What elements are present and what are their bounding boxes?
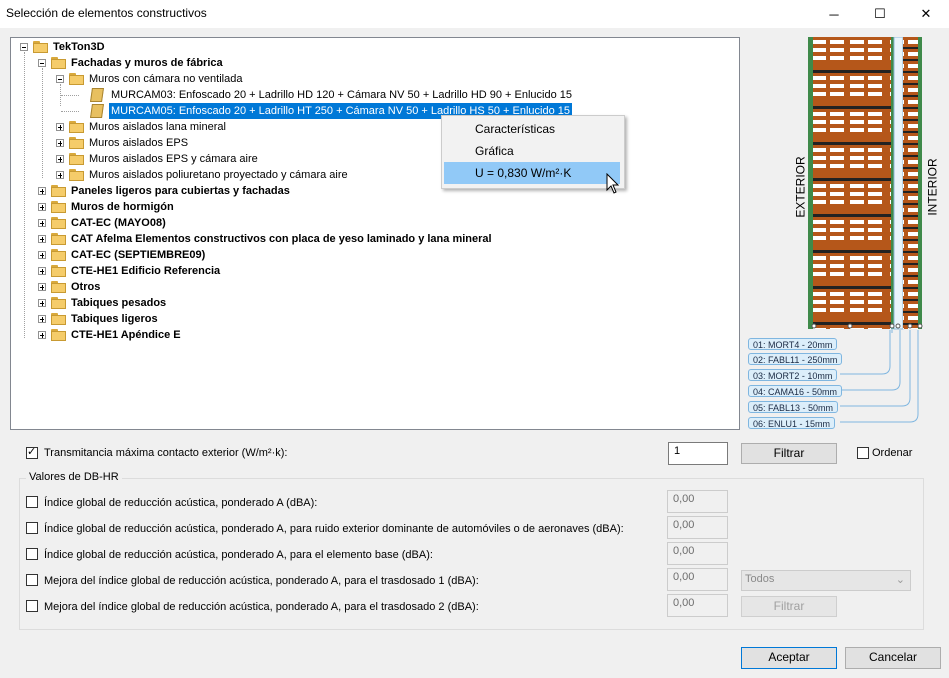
collapse-toggle[interactable] [56,75,64,83]
element-tree[interactable]: TekTon3D Fachadas y muros de fábrica Mur… [10,37,740,430]
tree-connector [42,68,43,178]
folder-icon [69,153,85,165]
menu-item-graphic[interactable]: Gráfica [444,140,620,162]
collapse-toggle[interactable] [38,59,46,67]
folder-icon [33,41,49,53]
expand-toggle[interactable] [38,283,46,291]
wall-section-drawing [808,37,923,333]
dbhr-checkbox-5[interactable] [26,600,38,612]
folder-icon [51,57,67,69]
folder-icon [51,249,67,261]
window-title: Selección de elementos constructivos [6,6,207,20]
menu-item-u-value[interactable]: U = 0,830 W/m²·K [444,162,620,184]
dbhr-value-3[interactable]: 0,00 [667,542,728,565]
folder-icon [51,233,67,245]
folder-icon [51,297,67,309]
folder-icon [69,169,85,181]
layer-label: 06: ENLU1 - 15mm [748,417,836,429]
layer-label: 04: CAMA16 - 50mm [748,385,843,397]
expand-toggle[interactable] [56,155,64,163]
folder-icon [51,265,67,277]
dbhr-label-5: Mejora del índice global de reducción ac… [44,601,479,613]
menu-item-characteristics[interactable]: Características [444,118,620,140]
cancel-button[interactable]: Cancelar [845,647,941,669]
dbhr-select[interactable]: Todos ⌄ [741,570,911,591]
expand-toggle[interactable] [56,171,64,179]
dbhr-checkbox-4[interactable] [26,574,38,586]
order-checkbox[interactable] [857,447,869,459]
folder-icon [51,217,67,229]
dbhr-group-title: Valores de DB-HR [26,471,122,483]
folder-icon [69,137,85,149]
mouse-cursor-icon [606,173,620,194]
expand-toggle[interactable] [38,299,46,307]
expand-toggle[interactable] [38,219,46,227]
folder-icon [51,201,67,213]
expand-toggle[interactable] [38,331,46,339]
dbhr-filter-button[interactable]: Filtrar [741,596,837,617]
folder-icon [51,281,67,293]
title-bar: Selección de elementos constructivos ─ ☐… [0,0,949,28]
layer-leader-lines [840,330,919,423]
collapse-toggle[interactable] [20,43,28,51]
folder-icon [51,313,67,325]
dbhr-label-1: Índice global de reducción acústica, pon… [44,497,318,509]
tree-connector [24,52,25,338]
expand-toggle[interactable] [38,251,46,259]
filter-button[interactable]: Filtrar [741,443,837,464]
folder-icon [69,73,85,85]
folder-icon [69,121,85,133]
folder-icon [51,329,67,341]
dbhr-value-4[interactable]: 0,00 [667,568,728,591]
dbhr-label-3: Índice global de reducción acústica, pon… [44,549,433,561]
dbhr-label-4: Mejora del índice global de reducción ac… [44,575,479,587]
transmitance-checkbox[interactable] [26,445,38,459]
layer-label: 01: MORT4 - 20mm [748,338,838,350]
expand-toggle[interactable] [38,235,46,243]
layer-label: 02: FABL11 - 250mm [748,353,843,365]
expand-toggle[interactable] [56,139,64,147]
layer-label: 03: MORT2 - 10mm [748,369,838,381]
minimize-button[interactable]: ─ [811,0,857,28]
expand-toggle[interactable] [38,203,46,211]
dbhr-checkbox-3[interactable] [26,548,38,560]
tree-connector [61,111,79,112]
transmitance-label: Transmitancia máxima contacto exterior (… [44,447,288,459]
expand-toggle[interactable] [38,315,46,323]
order-label: Ordenar [872,447,913,459]
dbhr-value-5[interactable]: 0,00 [667,594,728,617]
layer-label: 05: FABL13 - 50mm [748,401,839,413]
close-button[interactable]: ✕ [903,0,949,28]
expand-toggle[interactable] [38,187,46,195]
tree-connector [61,95,79,96]
folder-icon [51,185,67,197]
wall-element-icon [90,88,104,102]
context-menu: Características Gráfica U = 0,830 W/m²·K [441,115,625,189]
dbhr-select-value: Todos [745,573,775,585]
dbhr-value-2[interactable]: 0,00 [667,516,728,539]
expand-toggle[interactable] [56,123,64,131]
chevron-down-icon: ⌄ [895,574,905,586]
transmitance-input[interactable]: 1 [668,442,728,465]
accept-button[interactable]: Aceptar [741,647,837,669]
dbhr-checkbox-2[interactable] [26,522,38,534]
dbhr-label-2: Índice global de reducción acústica, pon… [44,523,624,535]
wall-element-icon [90,104,104,118]
expand-toggle[interactable] [38,267,46,275]
dbhr-checkbox-1[interactable] [26,496,38,508]
dbhr-value-1[interactable]: 0,00 [667,490,728,513]
maximize-button[interactable]: ☐ [857,0,903,28]
exterior-label: EXTERIOR [793,156,808,218]
